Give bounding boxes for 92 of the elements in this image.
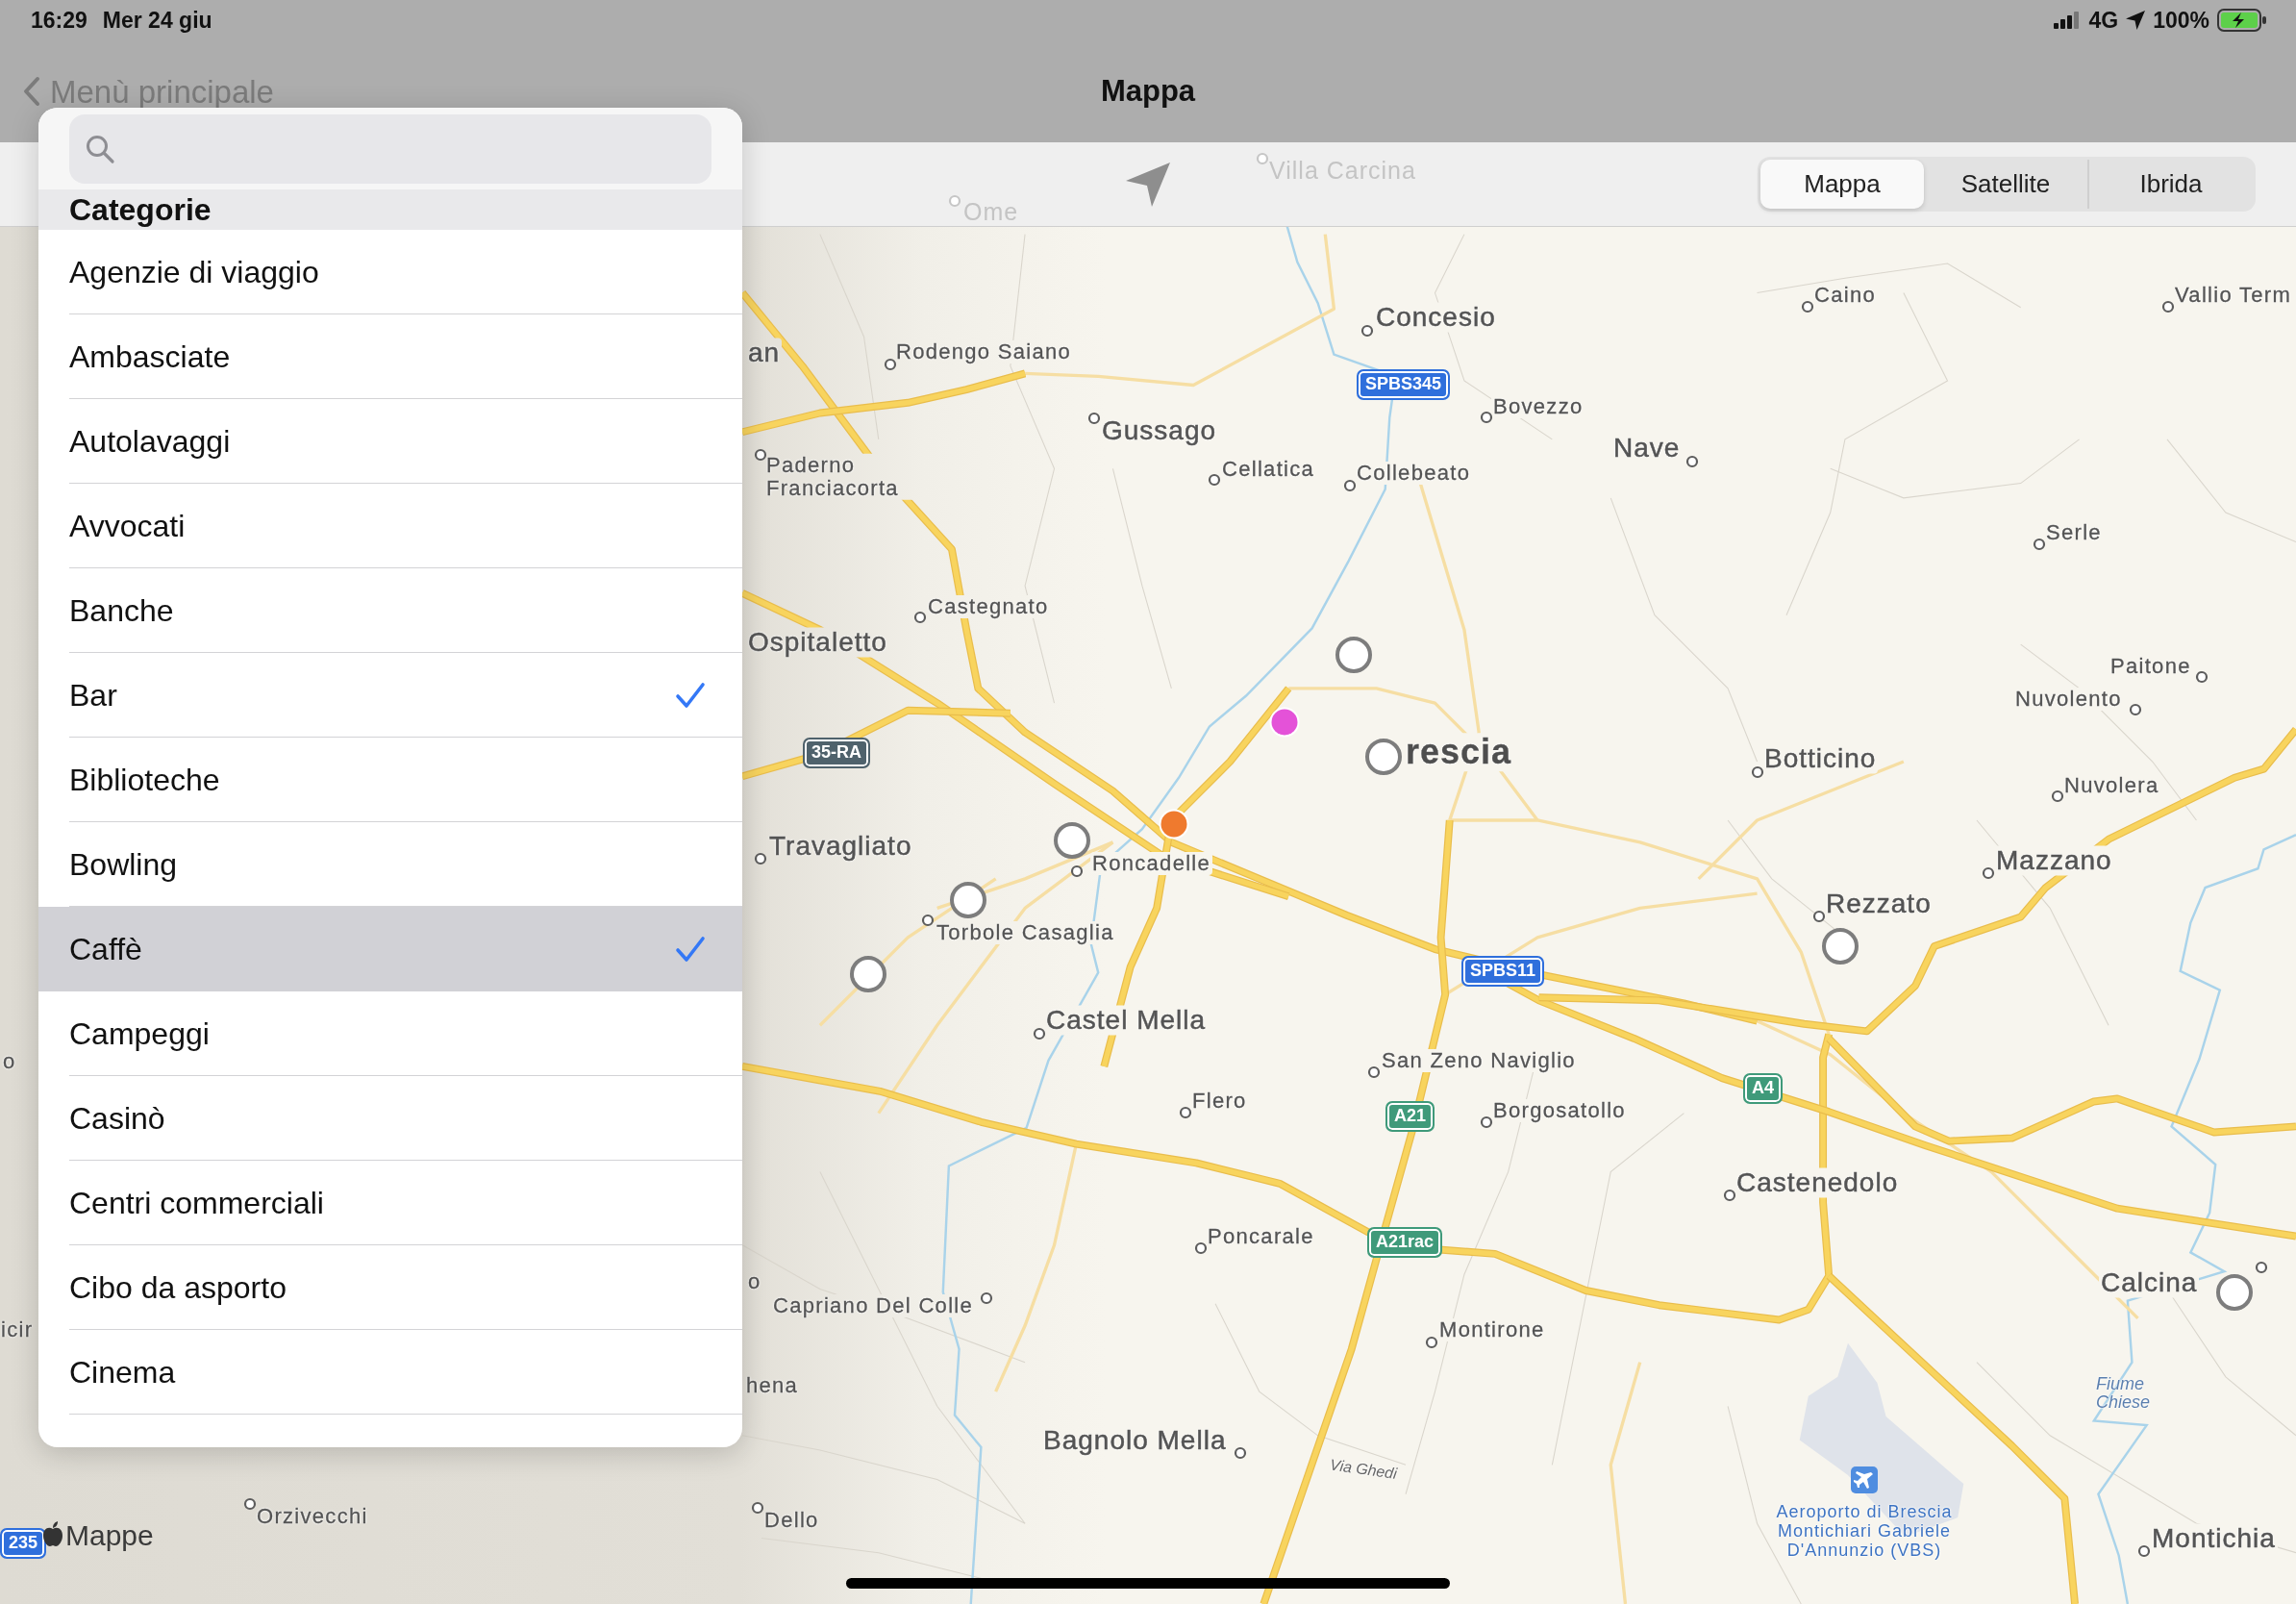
town-dot-icon: [1033, 1027, 1046, 1040]
town-dot-icon: [1087, 412, 1101, 425]
network-label: 4G: [2088, 6, 2119, 35]
signal-icon: [2054, 12, 2082, 29]
town-dot-icon: [1179, 1106, 1192, 1119]
road-shield: A21rac: [1367, 1227, 1443, 1258]
town-dot-icon: [1234, 1446, 1247, 1460]
map-pin-icon[interactable]: [1364, 738, 1403, 776]
map-pin-icon[interactable]: [1268, 706, 1301, 739]
road-shield: 35-RA: [803, 738, 870, 768]
category-item[interactable]: Bowling: [38, 822, 742, 907]
town-dot-icon: [884, 358, 897, 371]
category-item[interactable]: Banche: [38, 568, 742, 653]
town-dot-icon: [921, 914, 935, 927]
town-dot-icon: [243, 1497, 257, 1511]
town-dot-icon: [1812, 910, 1826, 923]
category-item[interactable]: Biblioteche: [38, 738, 742, 822]
road-shield: SPBS345: [1357, 369, 1451, 400]
map-pin-icon[interactable]: [1335, 636, 1373, 674]
map-pin-icon[interactable]: [1053, 821, 1091, 860]
town-dot-icon: [2129, 703, 2142, 716]
town-dot-icon: [2195, 670, 2209, 684]
category-item[interactable]: Cibo da asporto: [38, 1245, 742, 1330]
town-dot-icon: [1723, 1189, 1736, 1202]
section-header: Categorie: [38, 189, 742, 230]
road-shield: SPBS11: [1461, 956, 1545, 987]
place-label: Torbole Casaglia: [935, 920, 1116, 945]
town-dot-icon: [1343, 479, 1357, 492]
search-icon: [85, 134, 115, 164]
map-pin-icon[interactable]: [1821, 927, 1859, 965]
airplane-icon: [1851, 1466, 1878, 1493]
town-dot-icon: [1367, 1065, 1381, 1079]
town-dot-icon: [751, 1501, 764, 1515]
place-label: Castel Mella: [1044, 1005, 1209, 1036]
map-pin-icon[interactable]: [2215, 1273, 2254, 1312]
town-dot-icon: [1801, 300, 1814, 313]
map-pin-icon[interactable]: [849, 955, 887, 993]
status-date: Mer 24 giu: [102, 6, 212, 35]
category-item[interactable]: Agenzie di viaggio: [38, 230, 742, 314]
map-pin-icon[interactable]: [949, 881, 987, 919]
category-item[interactable]: Caffè: [38, 907, 742, 991]
battery-icon: [2217, 9, 2267, 32]
town-dot-icon: [2137, 1544, 2151, 1558]
segmented-control[interactable]: Mappa Satellite Ibrida: [1758, 157, 2256, 212]
town-dot-icon: [913, 611, 927, 624]
town-dot-icon: [1751, 765, 1764, 779]
place-label: Roncadelle: [1090, 851, 1213, 876]
road-shield: A21: [1385, 1101, 1435, 1132]
town-dot-icon: [948, 194, 961, 208]
town-dot-icon: [1194, 1241, 1208, 1255]
category-item[interactable]: Campeggi: [38, 991, 742, 1076]
airport-label: Aeroporto di Brescia Montichiari Gabriele D'Annunzio (VBS): [1775, 1502, 1954, 1561]
town-dot-icon: [1480, 1115, 1493, 1129]
town-dot-icon: [2051, 789, 2064, 803]
town-dot-icon: [1256, 152, 1269, 165]
road-shield: 235: [0, 1528, 47, 1559]
location-arrow-icon: [2126, 11, 2146, 30]
town-dot-icon: [1070, 865, 1084, 878]
chevron-left-icon: [23, 76, 40, 107]
battery-percent: 100%: [2153, 6, 2209, 35]
map-type-tab[interactable]: Ibrida: [2087, 160, 2253, 209]
town-dot-icon: [1480, 411, 1493, 424]
category-item[interactable]: Casinò: [38, 1076, 742, 1161]
logo-icon: [42, 1521, 63, 1546]
map-type-tab[interactable]: Satellite: [1924, 160, 2087, 209]
river-label: Fiume Chiese: [2096, 1375, 2152, 1412]
category-item[interactable]: Cinema: [38, 1330, 742, 1415]
category-item[interactable]: Autolavaggi: [38, 399, 742, 484]
category-item[interactable]: Ambasciate: [38, 314, 742, 399]
nav-title: Mappa: [1100, 72, 1196, 110]
town-dot-icon: [2161, 300, 2175, 313]
location-arrow-icon[interactable]: [1126, 162, 1170, 207]
town-dot-icon: [1208, 473, 1221, 487]
category-item[interactable]: Bar: [38, 653, 742, 738]
map-type-tab[interactable]: Mappa: [1760, 160, 1924, 209]
town-dot-icon: [754, 852, 767, 865]
status-time: 16:29: [31, 6, 87, 35]
town-dot-icon: [980, 1291, 993, 1305]
category-item[interactable]: Centri commerciali: [38, 1161, 742, 1245]
town-dot-icon: [1425, 1336, 1438, 1349]
category-item[interactable]: Avvocati: [38, 484, 742, 568]
map-pin-icon[interactable]: [1158, 808, 1190, 840]
town-dot-icon: [1685, 455, 1699, 468]
map-attribution: Mappe: [65, 1519, 154, 1551]
town-dot-icon: [1982, 866, 1995, 880]
search-field[interactable]: [69, 114, 711, 184]
town-dot-icon: [754, 448, 767, 462]
town-dot-icon: [1360, 324, 1374, 338]
road-shield: A4: [1743, 1073, 1783, 1104]
street-label: Via Ghedi: [1329, 1456, 1398, 1483]
town-dot-icon: [2033, 538, 2046, 551]
town-dot-icon: [2255, 1261, 2268, 1274]
